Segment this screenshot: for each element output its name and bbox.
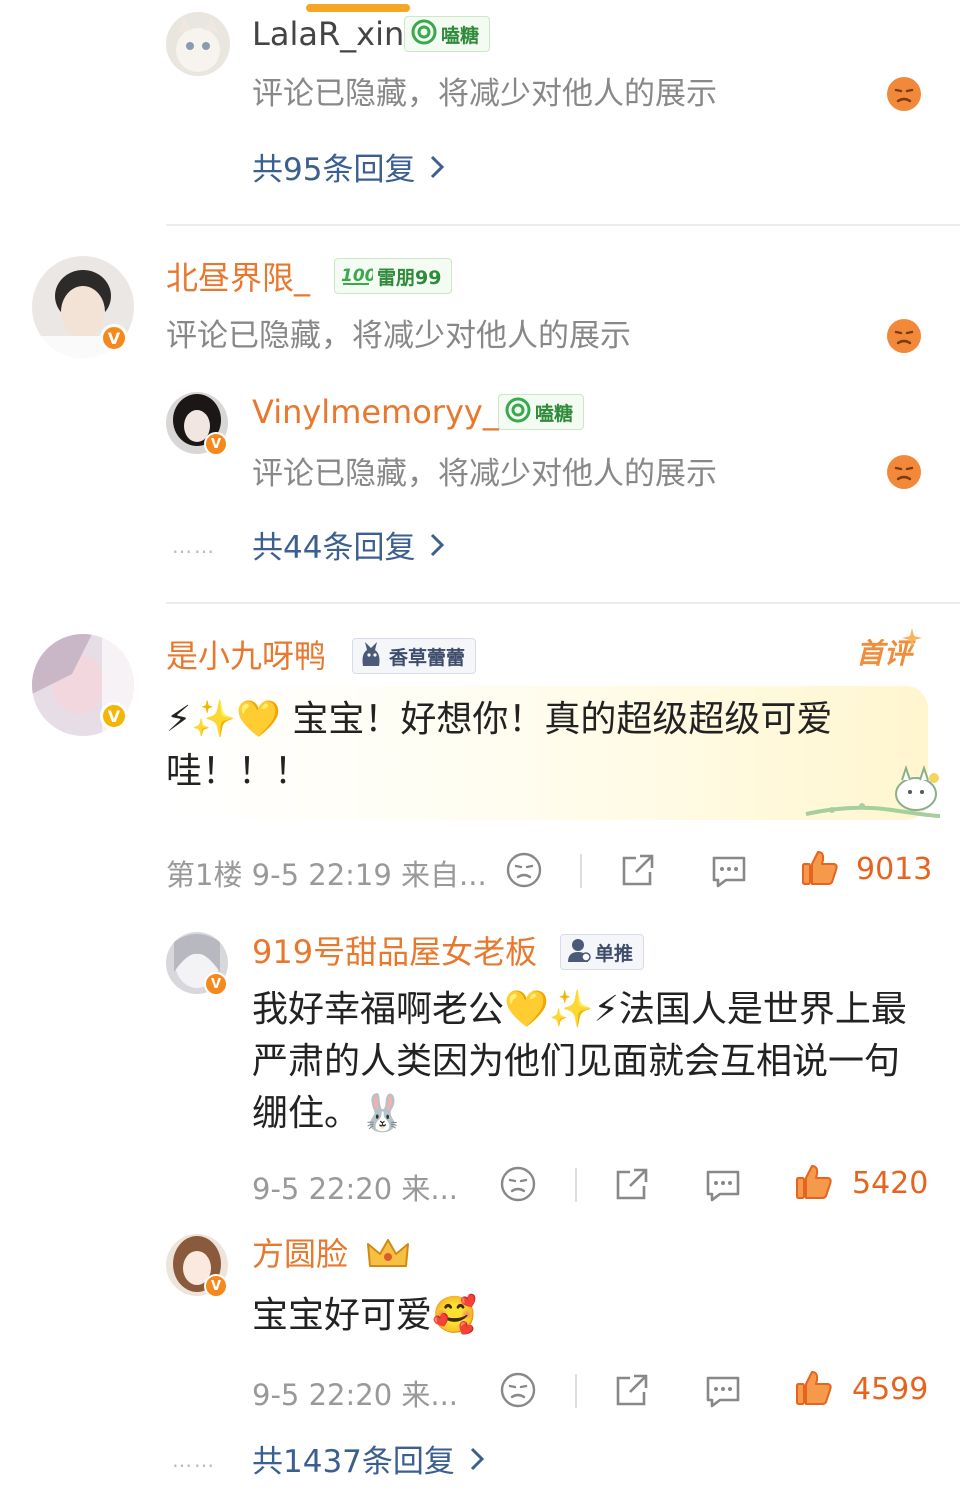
divider bbox=[166, 224, 960, 226]
sparkle-icon bbox=[902, 628, 922, 652]
like-icon[interactable] bbox=[800, 848, 840, 892]
username[interactable]: 北昼界限_ bbox=[166, 258, 310, 298]
replies-count-label: 共44条回复 bbox=[252, 530, 416, 566]
user-tag-label: 雷朋99 bbox=[377, 266, 442, 289]
hundred-icon: 100 bbox=[341, 261, 377, 292]
like-icon[interactable] bbox=[794, 1368, 834, 1412]
like-count: 9013 bbox=[856, 852, 933, 887]
verified-badge: V bbox=[204, 432, 228, 456]
thread-dots: …… bbox=[172, 1448, 216, 1472]
comment-text: ⚡✨💛 宝宝！好想你！真的超级超级可爱哇！！！ bbox=[166, 699, 833, 792]
sad-face-icon[interactable] bbox=[500, 1372, 536, 1412]
chevron-right-icon bbox=[429, 150, 445, 190]
username[interactable]: 方圆脸 bbox=[252, 1234, 348, 1274]
comment-icon[interactable] bbox=[704, 1166, 742, 1208]
like-count: 4599 bbox=[852, 1372, 929, 1407]
user-tag-label: 嗑糖 bbox=[441, 24, 480, 47]
username[interactable]: LalaR_xin bbox=[252, 14, 404, 54]
action-separator bbox=[575, 1374, 577, 1408]
person-icon bbox=[567, 937, 591, 968]
hidden-comment-text: 评论已隐藏，将减少对他人的展示 bbox=[252, 76, 717, 112]
avatar[interactable] bbox=[166, 12, 230, 76]
replies-count-label: 共95条回复 bbox=[252, 152, 416, 188]
chevron-right-icon bbox=[429, 528, 445, 568]
user-tag[interactable]: 100 雷朋99 bbox=[334, 258, 453, 294]
thread-dots: …… bbox=[172, 534, 216, 558]
comment-text: 宝宝好可爱🥰 bbox=[252, 1295, 477, 1336]
action-separator bbox=[580, 854, 582, 888]
view-replies-link[interactable]: 共1437条回复 bbox=[252, 1442, 485, 1482]
user-tag[interactable]: 嗑糖 bbox=[404, 16, 491, 52]
share-icon[interactable] bbox=[618, 852, 656, 892]
user-tag[interactable]: 嗑糖 bbox=[498, 394, 585, 430]
sad-face-icon[interactable] bbox=[886, 454, 922, 494]
user-tag-label: 香草蕾蕾 bbox=[389, 646, 466, 669]
user-tag-label: 嗑糖 bbox=[535, 402, 574, 425]
sad-face-icon[interactable] bbox=[506, 852, 542, 892]
comment-meta: 9-5 22:20 来... bbox=[252, 1172, 459, 1206]
first-comment-badge: 首评 bbox=[856, 628, 922, 672]
divider bbox=[166, 602, 960, 604]
verified-badge: V bbox=[100, 324, 128, 352]
verified-badge: V bbox=[204, 1274, 228, 1298]
lollipop-icon bbox=[505, 397, 531, 428]
replies-count-label: 共1437条回复 bbox=[252, 1444, 455, 1480]
share-icon[interactable] bbox=[612, 1372, 650, 1412]
action-separator bbox=[575, 1168, 577, 1202]
hidden-comment-text: 评论已隐藏，将减少对他人的展示 bbox=[252, 456, 717, 492]
lollipop-icon bbox=[411, 19, 437, 50]
sad-face-icon[interactable] bbox=[500, 1166, 536, 1206]
verified-badge: V bbox=[204, 972, 228, 996]
comment-meta: 9-5 22:20 来... bbox=[252, 1378, 459, 1412]
user-tag-label: 单推 bbox=[595, 942, 634, 965]
user-tag[interactable]: 香草蕾蕾 bbox=[352, 638, 477, 674]
view-replies-link[interactable]: 共44条回复 bbox=[252, 528, 445, 568]
hidden-comment-text: 评论已隐藏，将减少对他人的展示 bbox=[166, 318, 631, 354]
comment-text: 我好幸福啊老公💛✨⚡法国人是世界上最严肃的人类因为他们见面就会互相说一句绷住。🐰 bbox=[252, 989, 907, 1134]
share-icon[interactable] bbox=[612, 1166, 650, 1206]
verified-badge: V bbox=[100, 702, 128, 730]
view-replies-link[interactable]: 共95条回复 bbox=[252, 150, 445, 190]
comment-meta: 第1楼 9-5 22:19 来自... bbox=[166, 858, 487, 892]
username[interactable]: 919号甜品屋女老板 bbox=[252, 932, 537, 972]
chevron-right-icon bbox=[469, 1442, 485, 1482]
like-count: 5420 bbox=[852, 1166, 929, 1201]
scroll-indicator bbox=[306, 4, 410, 12]
comment-icon[interactable] bbox=[710, 852, 748, 894]
sad-face-icon[interactable] bbox=[886, 76, 922, 116]
comment-icon[interactable] bbox=[704, 1372, 742, 1414]
cat-icon bbox=[359, 640, 385, 673]
sad-face-icon[interactable] bbox=[886, 318, 922, 358]
username[interactable]: Vinylmemoryy_ bbox=[252, 392, 499, 432]
username[interactable]: 是小九呀鸭 bbox=[166, 636, 326, 676]
crown-icon bbox=[364, 1236, 412, 1276]
user-tag[interactable]: 单推 bbox=[560, 934, 645, 970]
like-icon[interactable] bbox=[794, 1162, 834, 1206]
